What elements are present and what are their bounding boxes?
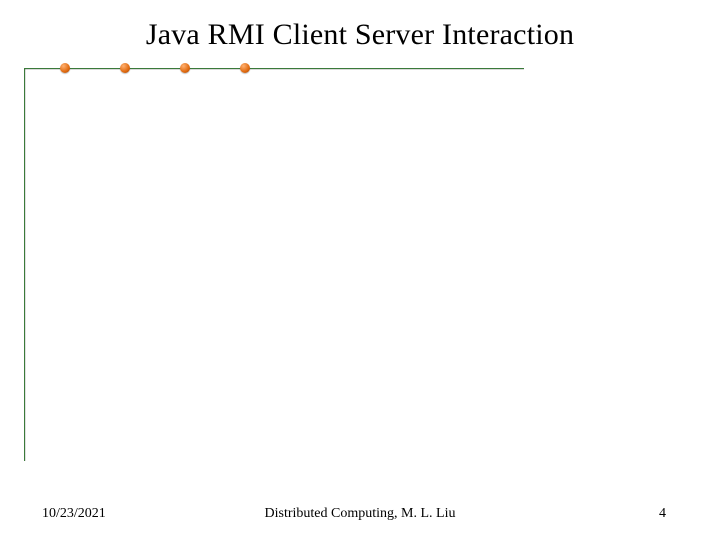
- rule-dot-icon: [120, 63, 130, 73]
- rule-dot-icon: [240, 63, 250, 73]
- title-rule: [24, 62, 524, 76]
- rule-line: [24, 68, 524, 69]
- footer-page-number: 4: [659, 506, 666, 522]
- slide-title: Java RMI Client Server Interaction: [0, 18, 720, 52]
- rule-dot-icon: [60, 63, 70, 73]
- slide: Java RMI Client Server Interaction 10/23…: [0, 0, 720, 540]
- footer-center: Distributed Computing, M. L. Liu: [0, 506, 720, 522]
- rule-dot-icon: [180, 63, 190, 73]
- side-line: [24, 69, 25, 461]
